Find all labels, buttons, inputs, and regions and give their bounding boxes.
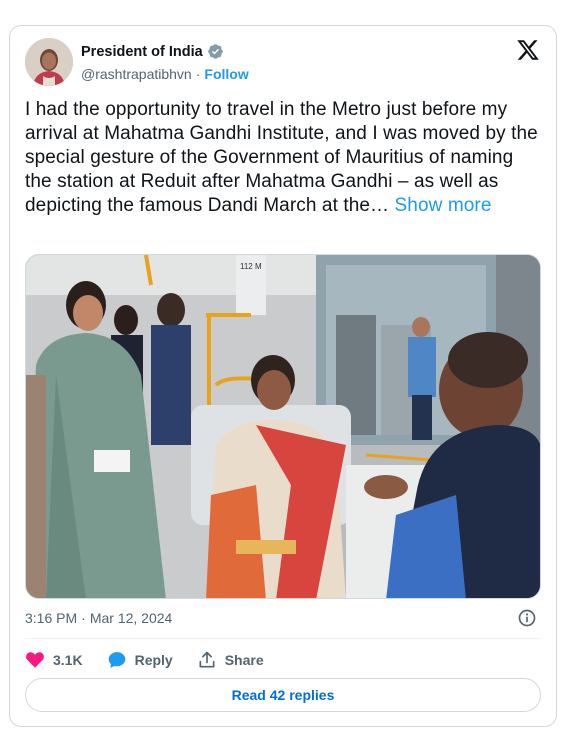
share-icon: [199, 651, 215, 668]
author-handle[interactable]: @rashtrapatibhvn: [81, 66, 192, 82]
share-label: Share: [224, 652, 264, 668]
action-bar: 3.1K Reply Share: [25, 648, 288, 672]
share-button[interactable]: Share: [197, 650, 264, 670]
follow-button[interactable]: Follow: [204, 66, 248, 82]
tweet-photo[interactable]: 112 M: [25, 254, 541, 599]
verified-badge-icon: [207, 44, 223, 59]
reply-bubble-icon: [108, 652, 125, 668]
tweet-card: President of India @rashtrapatibhvn · Fo…: [9, 25, 557, 727]
reply-button[interactable]: Reply: [107, 650, 173, 670]
tweet-time: 3:16 PM: [25, 610, 78, 626]
time-separator: ·: [81, 610, 86, 626]
author-avatar[interactable]: [25, 38, 73, 86]
x-logo-icon[interactable]: [516, 38, 540, 62]
tweet-timestamp[interactable]: 3:16 PM · Mar 12, 2024: [25, 610, 172, 626]
heart-icon: [26, 652, 44, 668]
read-replies-button[interactable]: Read 42 replies: [25, 678, 541, 712]
tweet-date: Mar 12, 2024: [89, 610, 173, 626]
like-button[interactable]: 3.1K: [25, 650, 83, 670]
reply-label: Reply: [134, 652, 173, 668]
author-name[interactable]: President of India: [81, 44, 203, 60]
show-more-link[interactable]: Show more: [395, 195, 492, 216]
handle-separator: ·: [195, 66, 201, 82]
divider: [25, 638, 541, 639]
photo-sign-text: 112 M: [240, 262, 262, 271]
info-icon[interactable]: [517, 608, 537, 628]
like-count: 3.1K: [53, 652, 83, 668]
tweet-text: I had the opportunity to travel in the M…: [25, 98, 545, 218]
